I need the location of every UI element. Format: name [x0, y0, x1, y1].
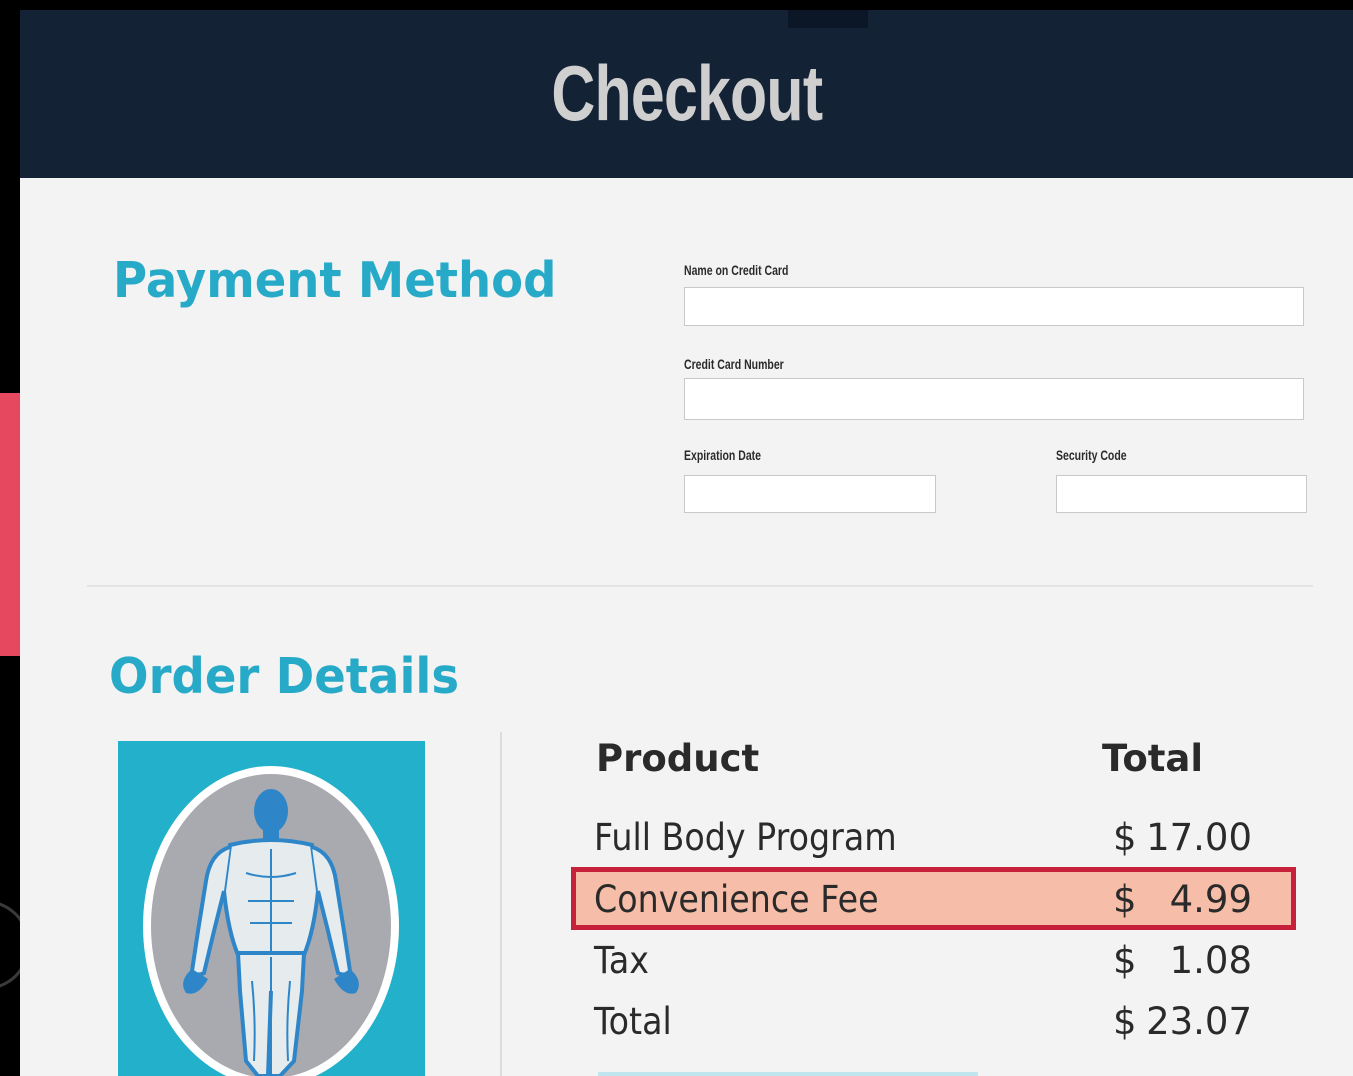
order-column-divider	[500, 732, 502, 1076]
order-row-amount: 23.07	[1146, 1000, 1252, 1043]
expiration-date-input[interactable]	[684, 475, 936, 513]
header-tab-marker	[788, 10, 868, 28]
expiration-date-label: Expiration Date	[684, 447, 762, 463]
product-image	[118, 741, 425, 1076]
order-row-amount: 4.99	[1169, 878, 1252, 921]
order-row-product: Full Body Program	[594, 816, 897, 859]
name-on-card-input[interactable]	[684, 287, 1304, 326]
order-details-heading: Order Details	[109, 648, 460, 705]
section-divider	[87, 585, 1313, 587]
order-row-amount: 1.08	[1169, 939, 1252, 982]
human-anatomy-icon	[143, 766, 399, 1076]
product-column-header: Product	[596, 737, 760, 780]
security-code-input[interactable]	[1056, 475, 1307, 513]
card-number-label: Credit Card Number	[684, 356, 784, 372]
order-row-amount: 17.00	[1146, 816, 1252, 859]
order-row-product: Tax	[594, 939, 649, 982]
order-row-product: Convenience Fee	[594, 878, 879, 921]
card-number-input[interactable]	[684, 378, 1304, 420]
edge-accent-bar	[0, 393, 20, 656]
total-column-header: Total	[1102, 737, 1204, 780]
name-on-card-label: Name on Credit Card	[684, 262, 789, 278]
bottom-button-edge[interactable]	[598, 1072, 978, 1076]
checkout-page: Checkout Payment Method Name on Credit C…	[20, 10, 1353, 1076]
page-title: Checkout	[551, 49, 823, 137]
payment-method-heading: Payment Method	[113, 252, 557, 309]
screen-frame: Checkout Payment Method Name on Credit C…	[0, 0, 1353, 1076]
order-row-product: Total	[594, 1000, 672, 1043]
security-code-label: Security Code	[1056, 447, 1127, 463]
checkout-header: Checkout	[20, 10, 1353, 178]
